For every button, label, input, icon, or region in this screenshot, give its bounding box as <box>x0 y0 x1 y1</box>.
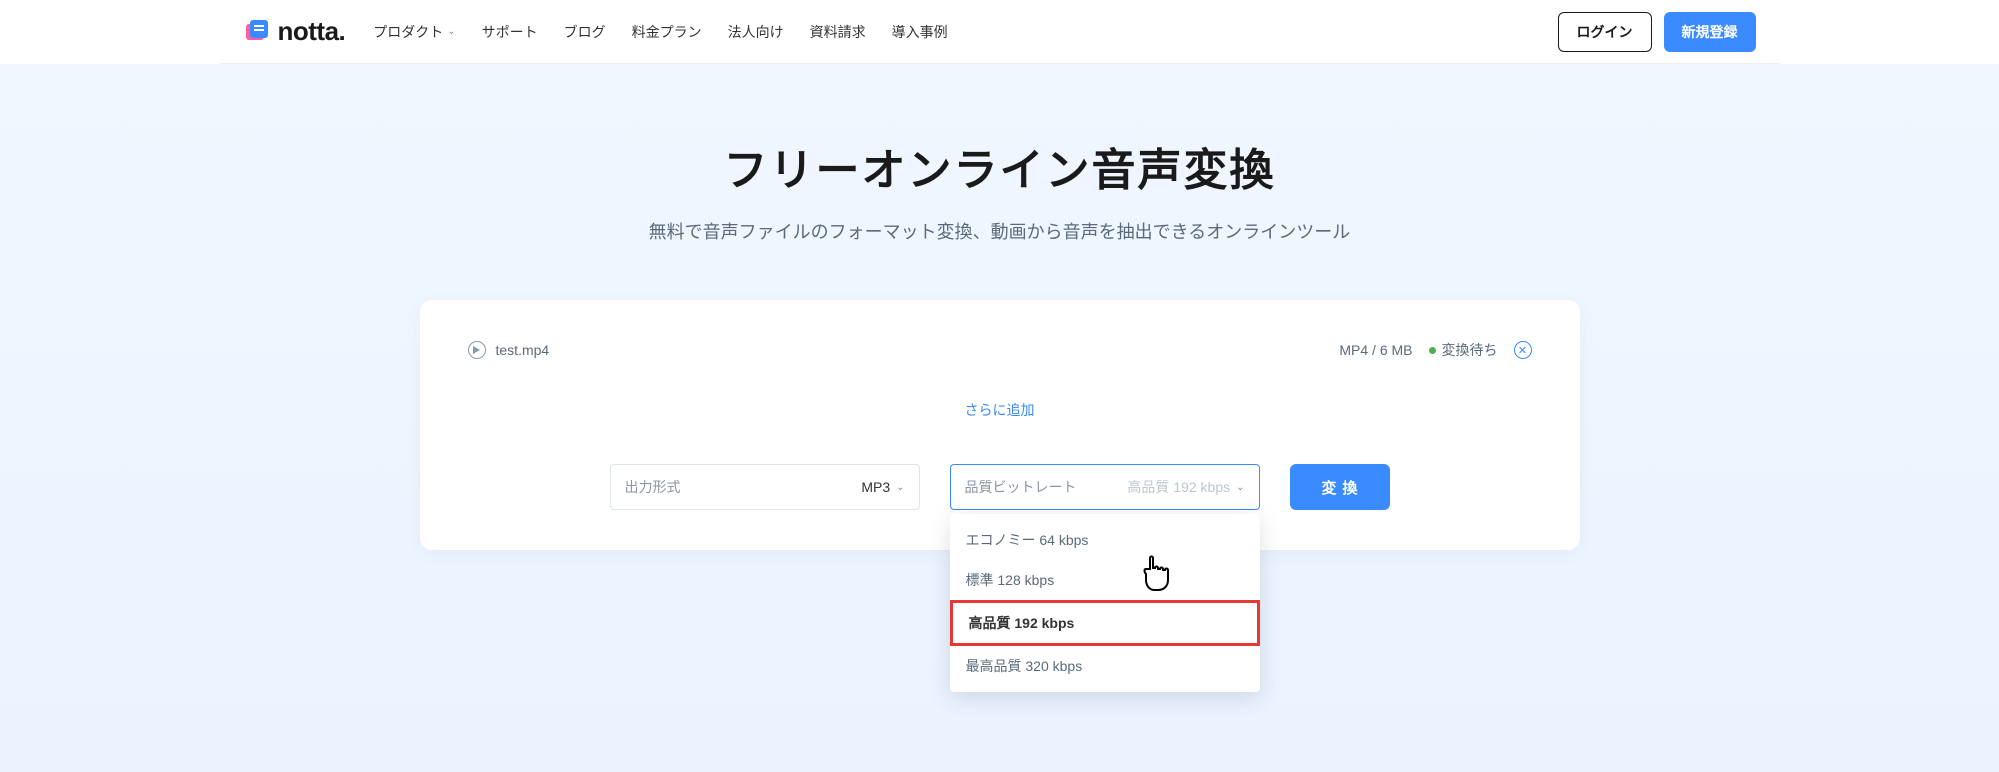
chevron-down-icon: ⌄ <box>896 482 904 493</box>
bitrate-value: 高品質 192 kbps ⌄ <box>1127 477 1244 497</box>
file-status: 変換待ち <box>1429 340 1498 360</box>
bitrate-label: 品質ビットレート <box>965 477 1077 497</box>
file-meta: MP4 / 6 MB <box>1339 342 1412 358</box>
nav-product-label: プロダクト <box>373 22 443 42</box>
nav-business[interactable]: 法人向け <box>728 22 784 42</box>
brand-logo[interactable]: notta. <box>244 16 346 47</box>
file-name: test.mp4 <box>496 342 550 358</box>
bitrate-option-high[interactable]: 高品質 192 kbps <box>950 600 1260 646</box>
bitrate-select[interactable]: 品質ビットレート 高品質 192 kbps ⌄ <box>950 464 1260 510</box>
main-content: フリーオンライン音声変換 無料で音声ファイルのフォーマット変換、動画から音声を抽… <box>0 64 1999 772</box>
nav-request-label: 資料請求 <box>810 22 866 42</box>
nav-blog[interactable]: ブログ <box>564 22 606 42</box>
bitrate-option-economy[interactable]: エコノミー 64 kbps <box>950 520 1260 560</box>
output-format-value-text: MP3 <box>861 479 890 495</box>
nav-pricing-label: 料金プラン <box>632 22 702 42</box>
output-format-label: 出力形式 <box>625 477 681 497</box>
header-right: ログイン 新規登録 <box>1558 12 1756 52</box>
output-format-select[interactable]: 出力形式 MP3 ⌄ <box>610 464 920 510</box>
nav-support-label: サポート <box>482 22 538 42</box>
site-header: notta. プロダクト ⌄ サポート ブログ 料金プラン 法人向け 資料請求 … <box>220 0 1780 64</box>
add-more-link[interactable]: さらに追加 <box>468 384 1532 464</box>
file-info: test.mp4 <box>468 341 550 359</box>
play-icon[interactable] <box>468 341 486 359</box>
bitrate-option-standard[interactable]: 標準 128 kbps <box>950 560 1260 600</box>
nav-product[interactable]: プロダクト ⌄ <box>373 22 455 42</box>
nav-cases-label: 導入事例 <box>892 22 948 42</box>
chevron-down-icon: ⌄ <box>447 26 455 37</box>
remove-file-button[interactable]: ✕ <box>1514 341 1532 359</box>
status-dot-icon <box>1429 347 1436 354</box>
brand-text: notta. <box>278 16 346 47</box>
converter-card: test.mp4 MP4 / 6 MB 変換待ち ✕ さらに追加 出力形式 MP… <box>420 300 1580 550</box>
file-status-group: MP4 / 6 MB 変換待ち ✕ <box>1339 340 1531 360</box>
nav-business-label: 法人向け <box>728 22 784 42</box>
logo-icon <box>244 18 272 46</box>
file-status-label: 変換待ち <box>1442 340 1498 360</box>
nav-pricing[interactable]: 料金プラン <box>632 22 702 42</box>
chevron-down-icon: ⌄ <box>1236 482 1244 493</box>
file-row: test.mp4 MP4 / 6 MB 変換待ち ✕ <box>468 330 1532 384</box>
header-left: notta. プロダクト ⌄ サポート ブログ 料金プラン 法人向け 資料請求 … <box>244 16 948 47</box>
bitrate-value-text: 高品質 192 kbps <box>1127 477 1230 497</box>
output-format-value: MP3 ⌄ <box>861 479 904 495</box>
page-title: フリーオンライン音声変換 <box>0 134 1999 198</box>
controls-row: 出力形式 MP3 ⌄ 品質ビットレート 高品質 192 kbps ⌄ エコノミー… <box>468 464 1532 510</box>
nav-request[interactable]: 資料請求 <box>810 22 866 42</box>
login-button[interactable]: ログイン <box>1558 12 1652 52</box>
bitrate-wrap: 品質ビットレート 高品質 192 kbps ⌄ エコノミー 64 kbps 標準… <box>950 464 1260 510</box>
main-nav: プロダクト ⌄ サポート ブログ 料金プラン 法人向け 資料請求 導入事例 <box>373 22 947 42</box>
signup-button[interactable]: 新規登録 <box>1664 12 1756 52</box>
nav-support[interactable]: サポート <box>482 22 538 42</box>
nav-cases[interactable]: 導入事例 <box>892 22 948 42</box>
bitrate-dropdown: エコノミー 64 kbps 標準 128 kbps 高品質 192 kbps 最… <box>950 514 1260 692</box>
bitrate-option-highest[interactable]: 最高品質 320 kbps <box>950 646 1260 686</box>
convert-button[interactable]: 変換 <box>1290 464 1390 510</box>
page-subtitle: 無料で音声ファイルのフォーマット変換、動画から音声を抽出できるオンラインツール <box>0 218 1999 244</box>
nav-blog-label: ブログ <box>564 22 606 42</box>
